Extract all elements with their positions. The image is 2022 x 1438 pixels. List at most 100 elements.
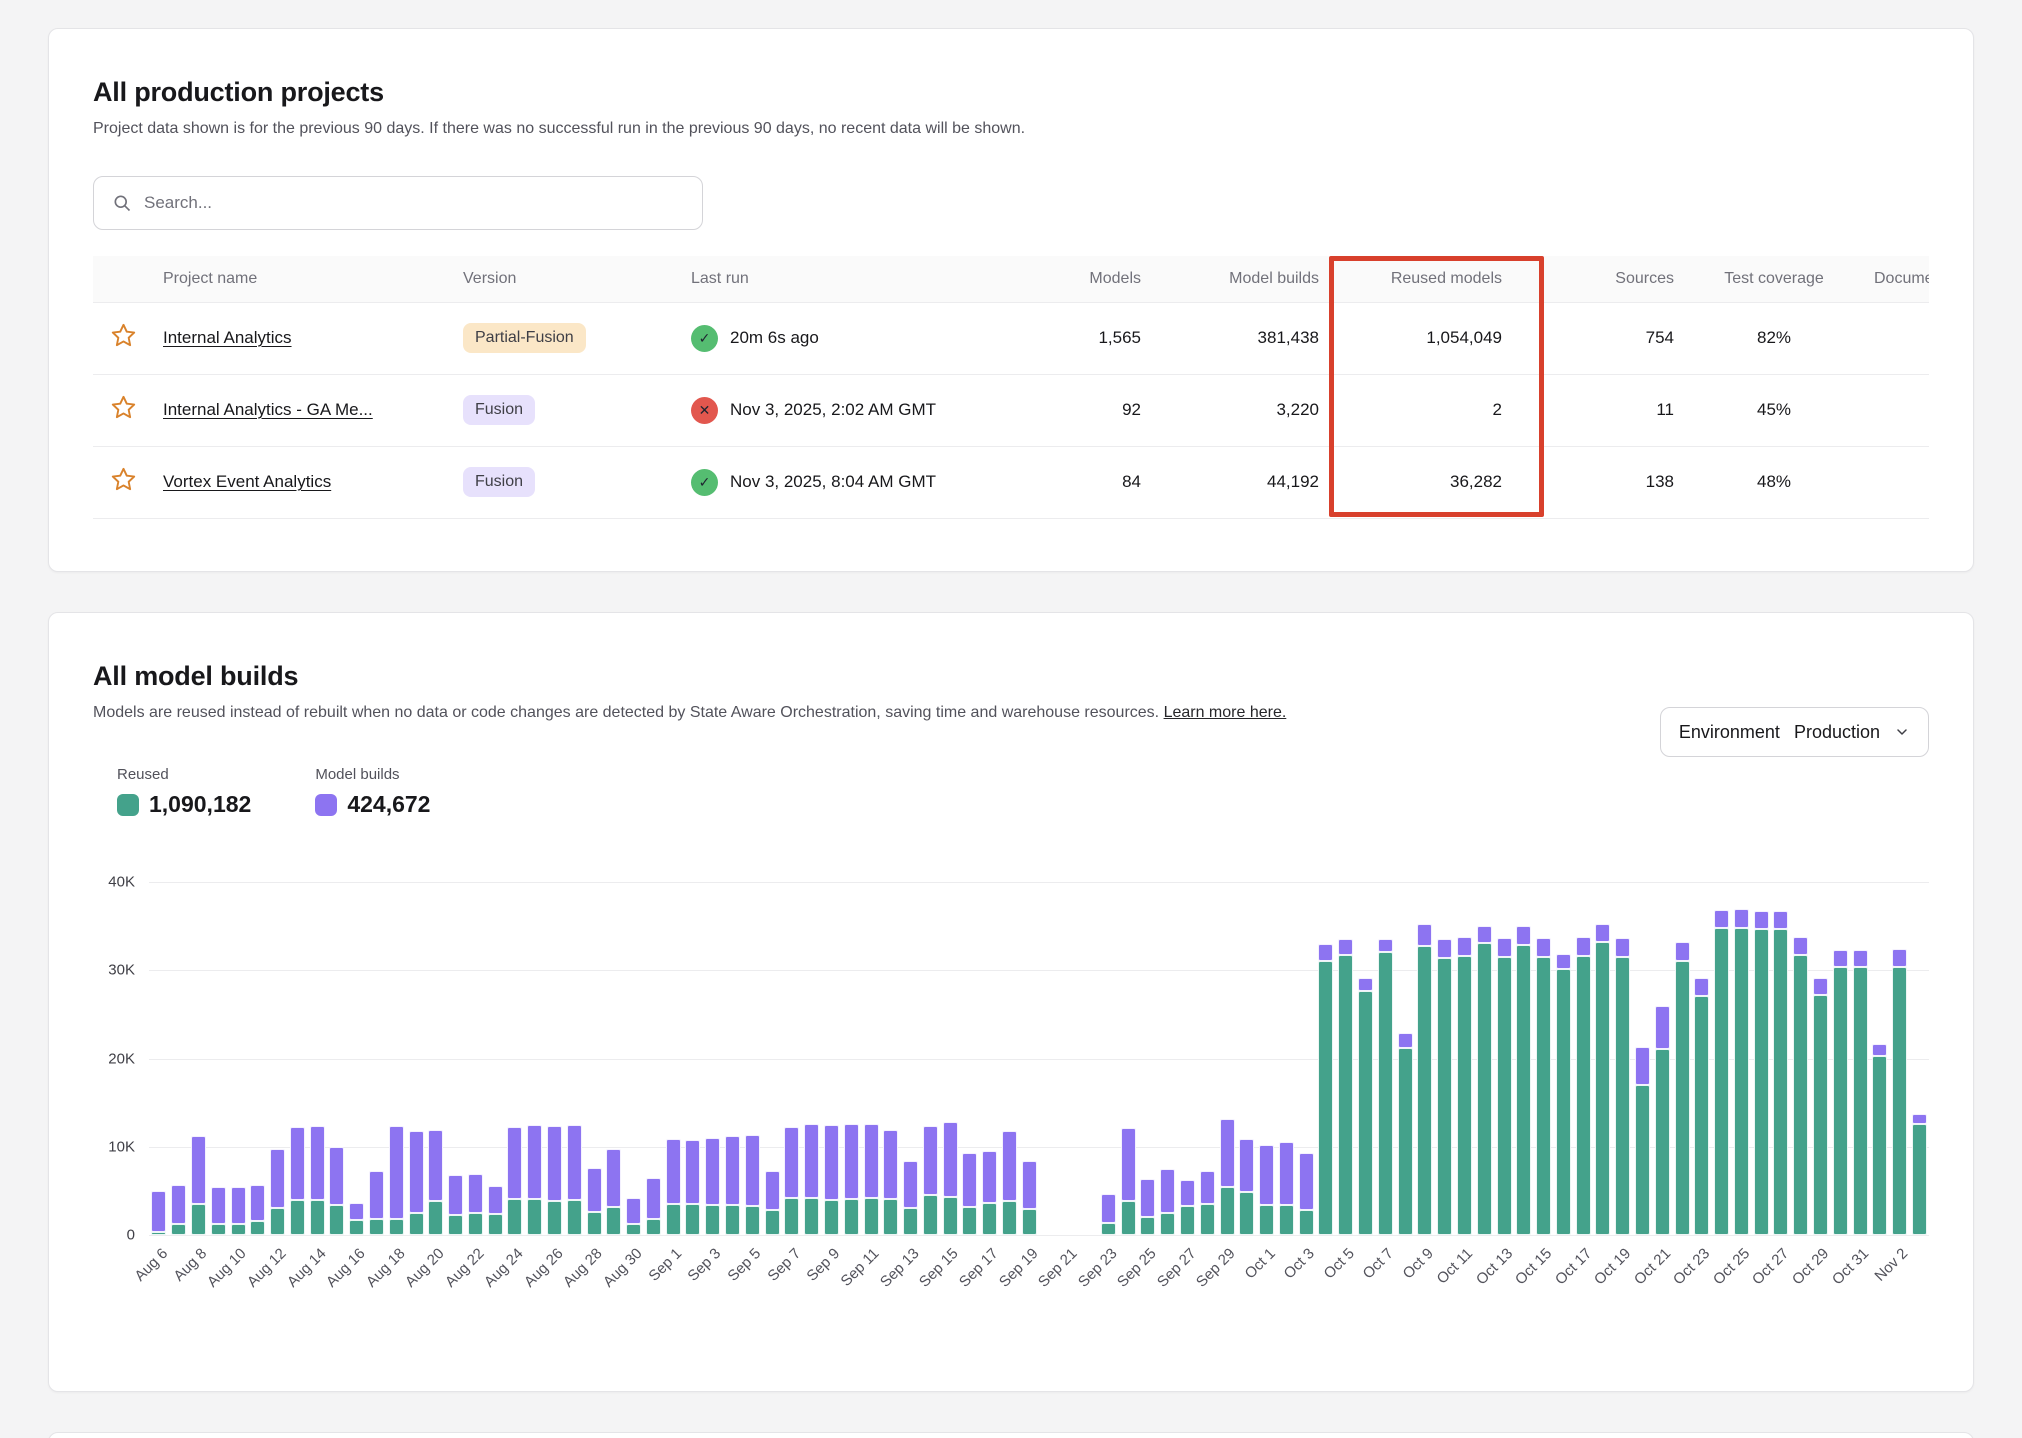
reused-segment[interactable]: [1595, 942, 1610, 1235]
bar-stack[interactable]: [626, 1198, 641, 1235]
reused-segment[interactable]: [448, 1215, 463, 1235]
learn-more-link[interactable]: Learn more here.: [1164, 704, 1287, 721]
model-builds-segment[interactable]: [1556, 954, 1571, 970]
model-builds-segment[interactable]: [191, 1136, 206, 1204]
model-builds-segment[interactable]: [1160, 1169, 1175, 1213]
bar-stack[interactable]: [1378, 939, 1393, 1235]
bar-stack[interactable]: [1813, 978, 1828, 1235]
model-builds-segment[interactable]: [1635, 1047, 1650, 1085]
reused-segment[interactable]: [982, 1203, 997, 1235]
bar-stack[interactable]: [883, 1130, 898, 1235]
bar-stack[interactable]: [903, 1161, 918, 1235]
reused-segment[interactable]: [191, 1204, 206, 1235]
column-header-sources[interactable]: Sources: [1544, 256, 1684, 302]
model-builds-segment[interactable]: [685, 1140, 700, 1204]
model-builds-segment[interactable]: [1200, 1171, 1215, 1205]
model-builds-segment[interactable]: [231, 1187, 246, 1224]
bar-stack[interactable]: [1536, 938, 1551, 1235]
bar-stack[interactable]: [1180, 1180, 1195, 1235]
model-builds-segment[interactable]: [468, 1174, 483, 1213]
model-builds-segment[interactable]: [1872, 1044, 1887, 1055]
bar-stack[interactable]: [1338, 939, 1353, 1235]
model-builds-segment[interactable]: [1398, 1033, 1413, 1048]
model-builds-segment[interactable]: [725, 1136, 740, 1205]
reused-segment[interactable]: [1615, 957, 1630, 1235]
model-builds-segment[interactable]: [1318, 944, 1333, 962]
model-builds-segment[interactable]: [903, 1161, 918, 1208]
model-builds-segment[interactable]: [488, 1186, 503, 1214]
bar-stack[interactable]: [962, 1153, 977, 1235]
reused-segment[interactable]: [151, 1232, 166, 1235]
reused-segment[interactable]: [1180, 1206, 1195, 1235]
reused-segment[interactable]: [1160, 1213, 1175, 1235]
bar-stack[interactable]: [864, 1124, 879, 1235]
model-builds-segment[interactable]: [1457, 937, 1472, 956]
reused-segment[interactable]: [864, 1198, 879, 1235]
bar-stack[interactable]: [1121, 1128, 1136, 1235]
bar-stack[interactable]: [1220, 1119, 1235, 1235]
reused-segment[interactable]: [824, 1200, 839, 1235]
model-builds-segment[interactable]: [1773, 911, 1788, 929]
reused-segment[interactable]: [567, 1200, 582, 1235]
column-header-project-name[interactable]: Project name: [153, 256, 453, 302]
bar-stack[interactable]: [250, 1185, 265, 1235]
bar-stack[interactable]: [606, 1149, 621, 1235]
reused-segment[interactable]: [488, 1214, 503, 1235]
bar-stack[interactable]: [1200, 1171, 1215, 1235]
reused-segment[interactable]: [1477, 943, 1492, 1235]
reused-segment[interactable]: [1813, 995, 1828, 1235]
model-builds-segment[interactable]: [1022, 1161, 1037, 1210]
model-builds-segment[interactable]: [1912, 1114, 1927, 1124]
reused-segment[interactable]: [705, 1205, 720, 1235]
model-builds-segment[interactable]: [527, 1125, 542, 1199]
model-builds-segment[interactable]: [547, 1126, 562, 1200]
reused-segment[interactable]: [349, 1220, 364, 1235]
reused-segment[interactable]: [468, 1213, 483, 1235]
model-builds-segment[interactable]: [705, 1138, 720, 1205]
bar-stack[interactable]: [1358, 978, 1373, 1235]
reused-segment[interactable]: [745, 1206, 760, 1235]
bar-stack[interactable]: [1318, 944, 1333, 1235]
bar-stack[interactable]: [1417, 924, 1432, 1235]
reused-segment[interactable]: [1872, 1056, 1887, 1235]
reused-segment[interactable]: [1734, 928, 1749, 1235]
project-name-link[interactable]: Internal Analytics: [163, 328, 292, 347]
model-builds-segment[interactable]: [943, 1122, 958, 1197]
model-builds-segment[interactable]: [389, 1126, 404, 1219]
model-builds-segment[interactable]: [349, 1203, 364, 1220]
bar-stack[interactable]: [1853, 950, 1868, 1235]
bar-stack[interactable]: [547, 1126, 562, 1235]
reused-segment[interactable]: [1497, 957, 1512, 1235]
bar-stack[interactable]: [1398, 1033, 1413, 1235]
bar-stack[interactable]: [211, 1187, 226, 1235]
favorite-star-icon[interactable]: [110, 466, 137, 493]
bar-stack[interactable]: [982, 1151, 997, 1235]
bar-stack[interactable]: [1714, 910, 1729, 1235]
model-builds-segment[interactable]: [1754, 911, 1769, 929]
reused-segment[interactable]: [1437, 958, 1452, 1235]
model-builds-segment[interactable]: [250, 1185, 265, 1221]
bar-stack[interactable]: [567, 1125, 582, 1235]
reused-segment[interactable]: [844, 1199, 859, 1235]
model-builds-segment[interactable]: [1892, 949, 1907, 967]
model-builds-segment[interactable]: [1497, 938, 1512, 957]
reused-segment[interactable]: [329, 1205, 344, 1235]
bar-stack[interactable]: [329, 1147, 344, 1235]
reused-segment[interactable]: [1675, 961, 1690, 1235]
model-builds-segment[interactable]: [1180, 1180, 1195, 1206]
model-builds-segment[interactable]: [1140, 1179, 1155, 1217]
reused-segment[interactable]: [1022, 1209, 1037, 1235]
reused-segment[interactable]: [428, 1201, 443, 1235]
bar-stack[interactable]: [1576, 937, 1591, 1235]
model-builds-segment[interactable]: [1378, 939, 1393, 951]
bar-stack[interactable]: [1675, 942, 1690, 1235]
bar-stack[interactable]: [171, 1185, 186, 1235]
model-builds-segment[interactable]: [1793, 937, 1808, 956]
reused-segment[interactable]: [1754, 929, 1769, 1235]
reused-segment[interactable]: [409, 1213, 424, 1235]
model-builds-segment[interactable]: [290, 1127, 305, 1199]
reused-segment[interactable]: [231, 1224, 246, 1235]
reused-segment[interactable]: [1655, 1049, 1670, 1235]
model-builds-segment[interactable]: [507, 1127, 522, 1198]
bar-stack[interactable]: [151, 1191, 166, 1235]
